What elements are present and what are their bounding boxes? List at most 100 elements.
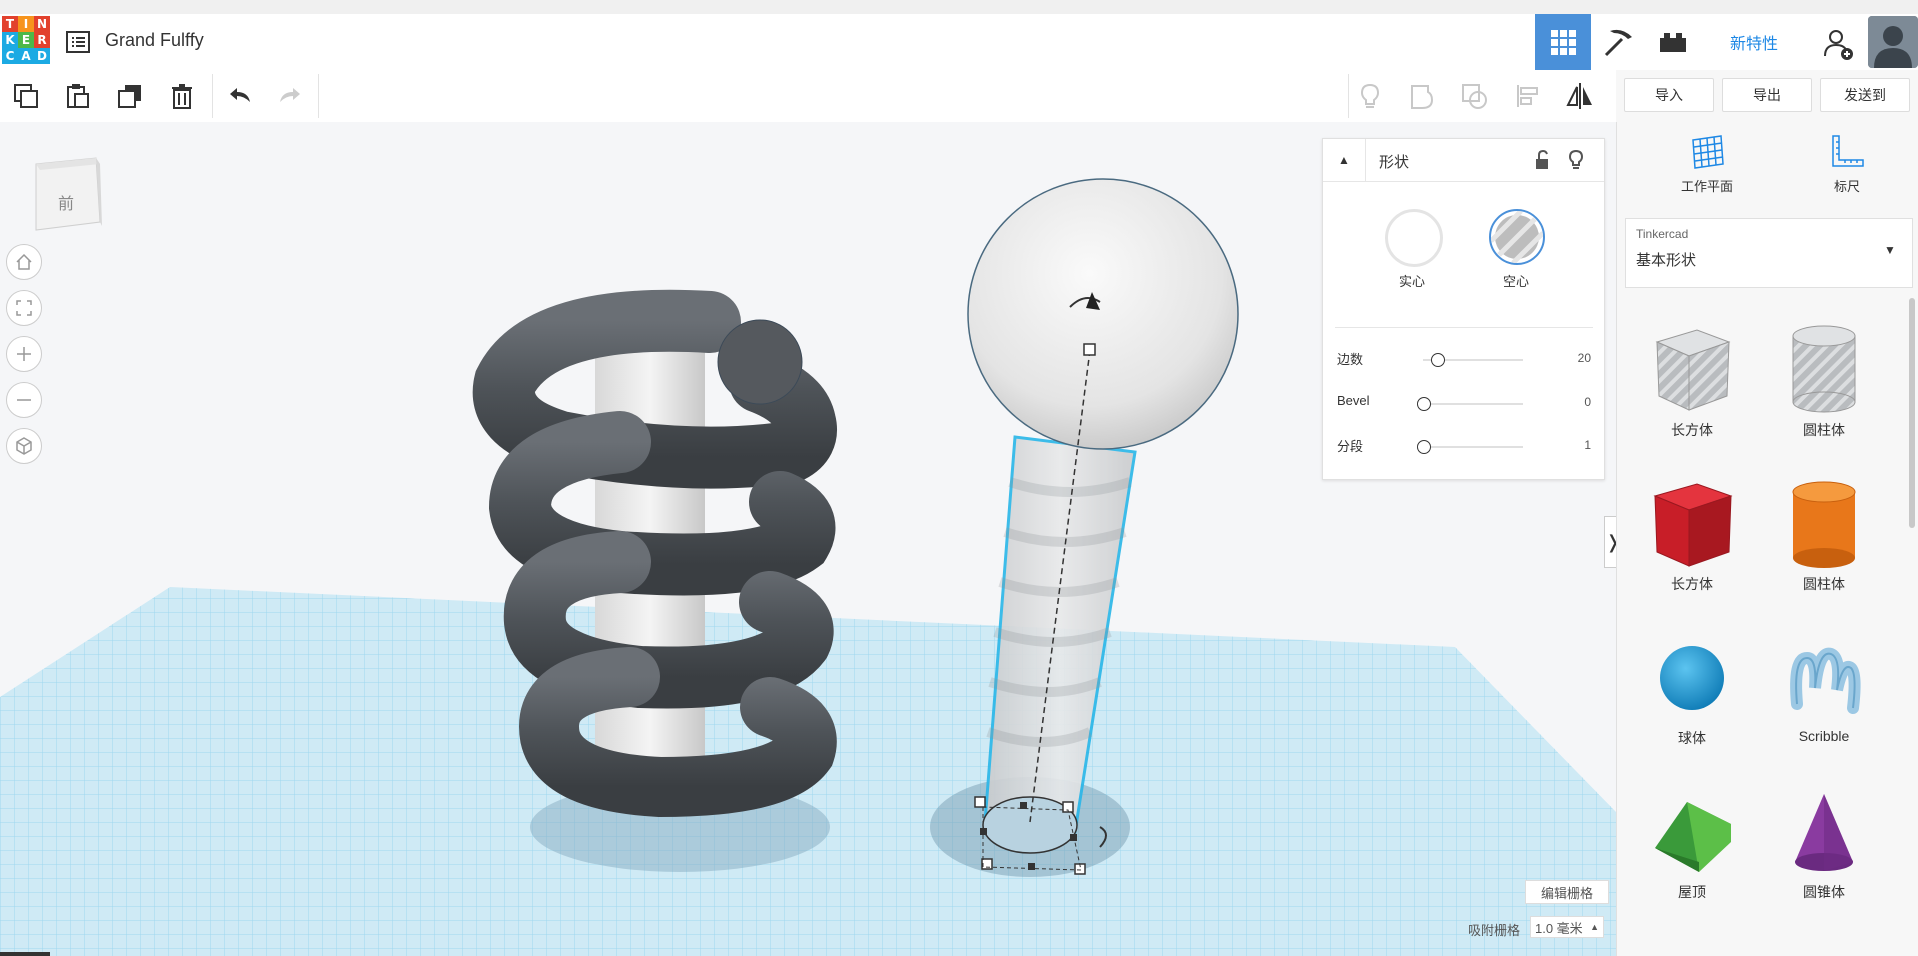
bevel-slider-track[interactable] [1423, 403, 1523, 405]
ruler-tool[interactable]: 标尺 [1797, 132, 1897, 200]
library-scrollbar[interactable] [1909, 298, 1915, 528]
import-button[interactable]: 导入 [1624, 78, 1714, 112]
caret-up-icon: ▲ [1338, 153, 1350, 167]
library-item-roof[interactable]: 屋顶 [1632, 782, 1752, 922]
library-item-scribble[interactable]: Scribble [1764, 628, 1884, 768]
snap-grid-label: 吸附栅格 [1468, 923, 1521, 938]
paste-icon [67, 84, 89, 108]
library-item-sphere[interactable]: 球体 [1632, 628, 1752, 768]
collapse-inspector-button[interactable]: ▲ [1323, 139, 1366, 181]
inspector-title: 形状 [1379, 154, 1410, 171]
send-to-button[interactable]: 发送到 [1820, 78, 1910, 112]
design-list-icon[interactable] [64, 28, 92, 56]
delete-button[interactable] [164, 78, 200, 114]
segments-slider-track[interactable] [1423, 446, 1523, 448]
duplicate-button[interactable] [112, 78, 148, 114]
corner-handle[interactable] [974, 796, 986, 808]
align-button[interactable] [1510, 78, 1546, 114]
avatar[interactable] [1868, 16, 1918, 68]
browser-bookmark-strip [0, 0, 1918, 15]
sides-label: 边数 [1337, 352, 1364, 367]
library-item-box-hole[interactable]: 长方体 [1632, 320, 1752, 460]
lock-button[interactable] [1531, 149, 1553, 171]
home-view-button[interactable] [6, 244, 42, 280]
edit-grid-button[interactable]: 编辑栅格 [1525, 880, 1609, 904]
toolbar-divider [1348, 74, 1349, 118]
workplane-tool[interactable]: 工作平面 [1657, 132, 1757, 200]
library-item-label: 球体 [1678, 730, 1706, 746]
collapse-sidebar-button[interactable]: ❭ [1604, 516, 1616, 568]
bricks-button[interactable] [1645, 14, 1701, 70]
library-item-label: 屋顶 [1678, 884, 1706, 900]
copy-button[interactable] [8, 78, 44, 114]
group-button[interactable] [1404, 78, 1440, 114]
library-item-cylinder-hole[interactable]: 圆柱体 [1764, 320, 1884, 460]
bevel-label: Bevel [1337, 393, 1370, 408]
bevel-slider-thumb[interactable] [1417, 397, 1431, 411]
library-item-cone[interactable]: 圆锥体 [1764, 782, 1884, 922]
export-button[interactable]: 导出 [1722, 78, 1812, 112]
3d-view-button[interactable] [1535, 14, 1591, 70]
zoom-out-button[interactable] [6, 382, 42, 418]
zoom-in-button[interactable] [6, 336, 42, 372]
hole-toggle[interactable] [1489, 209, 1545, 265]
logo-letter: R [34, 32, 50, 48]
tinkercad-logo[interactable]: T I N K E R C A D [2, 16, 50, 64]
coil-end [717, 319, 803, 405]
segments-slider-thumb[interactable] [1417, 440, 1431, 454]
horizontal-scrollbar[interactable] [0, 952, 50, 956]
minus-icon [17, 399, 31, 401]
blocks-button[interactable] [1591, 14, 1647, 70]
plus-icon [17, 347, 31, 361]
paste-button[interactable] [60, 78, 96, 114]
toolbar-divider [318, 74, 319, 118]
visibility-button[interactable] [1565, 149, 1587, 171]
library-name: 基本形状 [1636, 252, 1697, 269]
add-user-button[interactable] [1820, 26, 1856, 62]
segments-value[interactable]: 1 [1563, 438, 1591, 452]
redo-button[interactable] [272, 78, 308, 114]
undo-button[interactable] [222, 78, 258, 114]
bevel-value[interactable]: 0 [1563, 395, 1591, 409]
height-handle[interactable] [1083, 343, 1096, 356]
workplane-icon [1692, 135, 1724, 169]
duplicate-icon [118, 85, 141, 108]
group-icon [1411, 85, 1434, 109]
snap-grid-value: 1.0 毫米 [1535, 920, 1583, 936]
caret-up-icon: ▲ [1590, 922, 1599, 932]
cube-outline-icon [16, 437, 32, 455]
library-item-label: 长方体 [1671, 576, 1713, 592]
solid-toggle[interactable] [1385, 209, 1443, 267]
fit-view-button[interactable] [6, 290, 42, 326]
mirror-button[interactable] [1562, 78, 1598, 114]
sphere-icon [1660, 646, 1724, 710]
ruler-label: 标尺 [1833, 179, 1860, 194]
perspective-button[interactable] [6, 428, 42, 464]
undo-icon [230, 88, 250, 102]
mirror-icon [1566, 83, 1592, 109]
workplane-label: 工作平面 [1680, 179, 1733, 194]
ungroup-button[interactable] [1456, 78, 1492, 114]
divider [1335, 327, 1593, 328]
library-source: Tinkercad [1636, 227, 1689, 241]
sides-slider-thumb[interactable] [1431, 353, 1445, 367]
cone-icon [1795, 794, 1853, 871]
sphere-shape[interactable] [967, 178, 1239, 450]
hole-stripes-icon [1491, 211, 1543, 263]
pickaxe-icon [1604, 29, 1632, 57]
design-title[interactable]: Grand Fulffy [105, 30, 204, 51]
sides-value[interactable]: 20 [1563, 351, 1591, 365]
library-dropdown[interactable]: Tinkercad 基本形状 ▼ [1625, 218, 1913, 288]
library-item-cylinder[interactable]: 圆柱体 [1764, 474, 1884, 614]
logo-letter: A [18, 48, 34, 64]
library-item-box[interactable]: 长方体 [1632, 474, 1752, 614]
box-icon [1653, 483, 1733, 567]
logo-letter: I [18, 16, 34, 32]
caret-down-icon: ▼ [1884, 243, 1896, 257]
view-cube[interactable]: 前 [30, 156, 102, 236]
new-features-link[interactable]: 新特性 [1730, 30, 1778, 54]
notes-button[interactable] [1352, 78, 1388, 114]
snap-grid-select[interactable]: 1.0 毫米 ▲ [1530, 916, 1604, 938]
cylinder-icon [1792, 481, 1856, 568]
unlock-icon [1536, 149, 1548, 169]
